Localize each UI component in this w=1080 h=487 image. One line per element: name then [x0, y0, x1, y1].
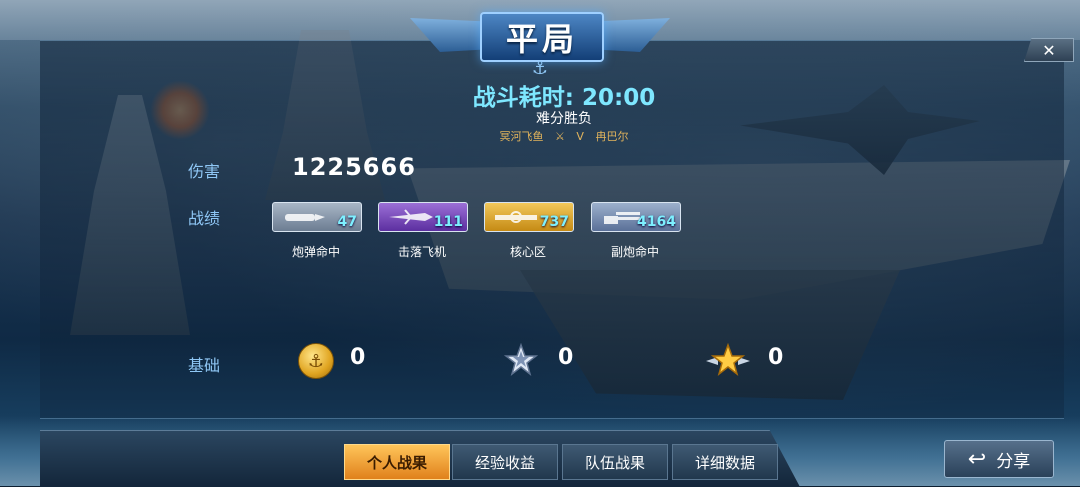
vs-mark: V: [576, 130, 584, 143]
title-banner: 平局: [480, 12, 604, 62]
stat-name-secondary-hits: 副炮命中: [610, 245, 659, 259]
stat-value: 737: [539, 214, 569, 230]
achievements-label: 战绩: [188, 209, 221, 228]
stat-card-core-zone[interactable]: 737: [484, 202, 574, 232]
close-button[interactable]: ✕: [1024, 38, 1074, 62]
stat-value: 47: [337, 214, 357, 230]
gold-star-value: 0: [768, 345, 784, 370]
gold-star-badge-icon: [706, 342, 750, 376]
plane-icon: [389, 209, 433, 225]
stat-name-core-zone: 核心区: [509, 245, 546, 259]
gold-coin-icon: ⚓: [298, 343, 334, 379]
versus-line: 冥河飞鱼 ⚔ V 冉巴尔: [0, 128, 1080, 144]
silver-star-icon: [503, 342, 539, 376]
silver-star-value: 0: [558, 345, 574, 370]
stat-name-shell-hits: 炮弹命中: [291, 245, 340, 259]
silver-star-reward: [503, 342, 539, 379]
gold-star-reward: [706, 342, 750, 379]
tab-exp-rewards[interactable]: 经验收益: [452, 444, 558, 480]
share-label: 分享: [996, 451, 1031, 472]
stat-card-secondary-hits[interactable]: 4164: [591, 202, 681, 232]
damage-value: 1225666: [292, 153, 416, 181]
battle-result: 难分胜负: [536, 111, 592, 127]
shell-icon: [285, 214, 325, 221]
right-player-name: 冉巴尔: [595, 130, 629, 143]
share-arrow-icon: ↩: [967, 446, 987, 472]
core-icon: [495, 211, 537, 223]
left-player-name: 冥河飞鱼: [499, 130, 544, 143]
stat-value: 4164: [637, 214, 676, 230]
gold-coin-reward: ⚓: [298, 343, 334, 379]
tab-team-results[interactable]: 队伍战果: [562, 444, 668, 480]
damage-label: 伤害: [188, 162, 221, 181]
base-label: 基础: [188, 356, 221, 375]
battle-duration: 战斗耗时: 20:00: [0, 78, 1080, 112]
swords-icon: ⚔: [555, 130, 565, 143]
gold-coin-value: 0: [350, 345, 366, 370]
tab-detailed-data[interactable]: 详细数据: [672, 444, 778, 480]
anchor-icon: ⚓: [531, 58, 549, 79]
stat-card-shell-hits[interactable]: 47: [272, 202, 362, 232]
close-icon: ✕: [1042, 40, 1056, 60]
share-button[interactable]: ↩ 分享: [944, 440, 1054, 478]
page-title: 平局: [505, 20, 578, 58]
panel-divider: [40, 418, 1064, 419]
stat-name-planes-downed: 击落飞机: [397, 245, 446, 259]
stat-value: 111: [433, 214, 463, 230]
stat-card-planes-downed[interactable]: 111: [378, 202, 468, 232]
tab-personal-results[interactable]: 个人战果: [344, 444, 450, 480]
